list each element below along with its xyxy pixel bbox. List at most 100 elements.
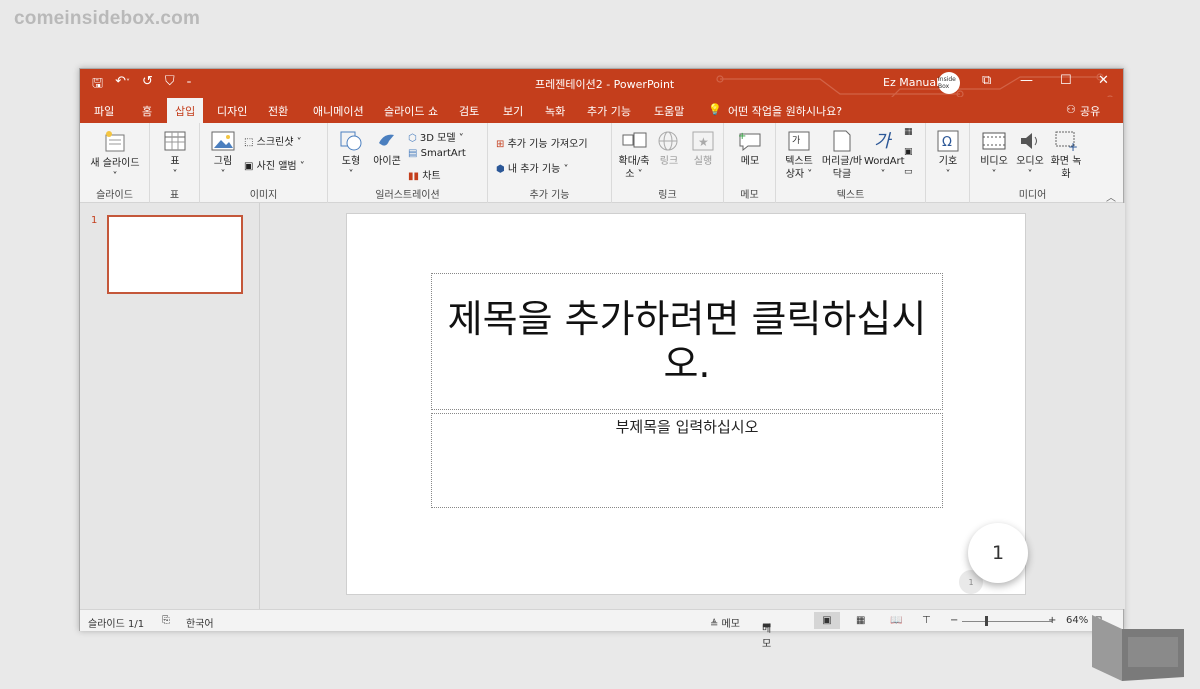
- action-star-icon: ★: [692, 131, 714, 151]
- language-indicator[interactable]: 한국어: [186, 615, 214, 630]
- tab-review[interactable]: 검토: [459, 103, 479, 119]
- new-slide-button[interactable]: 새 슬라이드 ˅: [85, 129, 145, 183]
- tab-view[interactable]: 보기: [503, 103, 523, 119]
- zoom-out-button[interactable]: −: [950, 615, 958, 626]
- textbox-button[interactable]: 가 텍스트 상자 ˅: [780, 129, 818, 181]
- group-symbols: Ω 기호 ˅: [926, 123, 970, 203]
- tab-addins[interactable]: 추가 기능: [587, 103, 631, 119]
- tab-help[interactable]: 도움말: [654, 103, 684, 119]
- date-time-icon[interactable]: ▦: [904, 127, 913, 137]
- reading-view-icon[interactable]: 📖: [890, 615, 902, 626]
- chart-icon: ▮▮: [408, 171, 420, 182]
- slide-sorter-icon[interactable]: ▦: [856, 615, 865, 626]
- picture-button[interactable]: 그림 ˅: [206, 129, 240, 181]
- site-watermark: comeinsidebox.com: [14, 8, 201, 29]
- thumbnail-number: 1: [91, 215, 98, 226]
- group-label-comments: 메모: [740, 190, 759, 201]
- subtitle-placeholder[interactable]: 부제목을 입력하십시오: [431, 413, 943, 508]
- minimize-button[interactable]: —: [1020, 73, 1033, 88]
- step-number-badge: 1: [968, 523, 1028, 583]
- notes-button[interactable]: ≜ 메모: [710, 615, 740, 630]
- zoom-in-button[interactable]: +: [1048, 615, 1056, 626]
- group-text: 가 텍스트 상자 ˅ 머리글/바닥글 가 WordArt ˅ ▦ ▣ ▭ 텍스트: [776, 123, 926, 203]
- action-button[interactable]: ★ 실행: [686, 129, 720, 168]
- normal-view-icon[interactable]: ▣: [814, 612, 840, 629]
- user-name[interactable]: Ez Manual: [883, 76, 939, 89]
- object-icon[interactable]: ▭: [904, 167, 913, 177]
- symbol-button[interactable]: Ω 기호 ˅: [932, 129, 964, 181]
- zoom-level[interactable]: 64%: [1066, 615, 1088, 626]
- customize-qat-icon[interactable]: ₌: [187, 74, 192, 96]
- slide[interactable]: 제목을 추가하려면 클릭하십시오. 부제목을 입력하십시오 1: [346, 213, 1026, 595]
- 3d-models-button[interactable]: ⬡ 3D 모델 ˅: [408, 129, 464, 144]
- tab-file[interactable]: 파일: [94, 103, 114, 119]
- addins-icon: ⬢: [496, 164, 505, 175]
- screen-recording-button[interactable]: + 화면 녹화: [1050, 129, 1082, 181]
- ribbon: 새 슬라이드 ˅ 슬라이드 표 ˅ 표 그림 ˅ ⬚ 스크린샷 ˅ ▣ 사진 앨범 ˅…: [80, 123, 1123, 204]
- slideshow-view-icon[interactable]: ⊤: [922, 615, 931, 626]
- present-from-start-icon[interactable]: ⛉: [165, 74, 175, 96]
- wordart-button[interactable]: 가 WordArt ˅: [864, 129, 905, 181]
- zoom-slider-track[interactable]: [962, 621, 1052, 622]
- collapse-ribbon-icon[interactable]: ︿: [1106, 189, 1116, 204]
- group-label-links: 링크: [658, 190, 677, 201]
- title-placeholder[interactable]: 제목을 추가하려면 클릭하십시오.: [431, 273, 943, 410]
- lightbulb-icon: 💡: [708, 103, 722, 116]
- svg-text:+: +: [1068, 140, 1078, 153]
- redo-icon[interactable]: ↺: [142, 74, 153, 96]
- tab-record[interactable]: 녹화: [545, 103, 565, 119]
- window-title: 프레젠테이션2 - PowerPoint: [535, 78, 675, 91]
- tab-slideshow[interactable]: 슬라이드 쇼: [384, 103, 438, 119]
- tab-animations[interactable]: 애니메이션: [313, 103, 364, 119]
- slide-number-icon[interactable]: ▣: [904, 147, 913, 157]
- screenshot-button[interactable]: ⬚ 스크린샷 ˅: [244, 133, 302, 148]
- share-button[interactable]: 공유: [1080, 103, 1100, 119]
- tab-design[interactable]: 디자인: [217, 103, 247, 119]
- share-icon[interactable]: ⚇: [1066, 103, 1076, 116]
- zoom-button[interactable]: 확대/축소 ˅: [616, 129, 652, 181]
- header-footer-button[interactable]: 머리글/바닥글: [820, 129, 864, 181]
- photo-album-button[interactable]: ▣ 사진 앨범 ˅: [244, 157, 305, 172]
- header-footer-icon: [833, 130, 851, 152]
- ribbon-display-options-icon[interactable]: ⧉: [982, 73, 991, 88]
- ribbon-tabs: 파일 홈 삽입 디자인 전환 애니메이션 슬라이드 쇼 검토 보기 녹화 추가 …: [80, 97, 1123, 123]
- svg-text:Ω: Ω: [942, 135, 952, 150]
- spell-check-icon[interactable]: ⎘: [162, 615, 170, 626]
- zoom-slider-thumb[interactable]: [985, 616, 988, 626]
- audio-button[interactable]: 오디오 ˅: [1012, 129, 1048, 181]
- link-button[interactable]: 링크: [652, 129, 686, 168]
- table-button[interactable]: 표 ˅: [160, 129, 190, 181]
- tab-transitions[interactable]: 전환: [268, 103, 288, 119]
- my-addins-button[interactable]: ⬢ 내 추가 기능 ˅: [496, 160, 568, 175]
- group-media: 비디오 ˅ 오디오 ˅ + 화면 녹화 미디어: [970, 123, 1095, 203]
- svg-text:★: ★: [698, 135, 709, 149]
- tab-insert[interactable]: 삽입: [167, 98, 204, 123]
- wordart-icon: 가: [874, 131, 893, 152]
- video-button[interactable]: 비디오 ˅: [976, 129, 1012, 181]
- save-icon[interactable]: 🖫: [92, 74, 103, 96]
- group-images: 그림 ˅ ⬚ 스크린샷 ˅ ▣ 사진 앨범 ˅ 이미지: [200, 123, 328, 203]
- undo-icon[interactable]: ↶˅: [115, 74, 130, 96]
- group-label-table: 표: [169, 190, 180, 201]
- smartart-button[interactable]: ▤ SmartArt: [408, 148, 466, 159]
- shapes-button[interactable]: 도형 ˅: [334, 129, 368, 181]
- chart-button[interactable]: ▮▮ 차트: [408, 167, 441, 182]
- status-bar: 슬라이드 1/1 ⎘ 한국어 ≜ 메모 ▬ 메모 ▣ ▦ 📖 ⊤ − + 64%…: [80, 609, 1123, 650]
- omega-icon: Ω: [937, 130, 959, 152]
- maximize-button[interactable]: ☐: [1060, 73, 1072, 88]
- slide-thumbnail[interactable]: [107, 215, 243, 294]
- shapes-icon: [340, 131, 362, 151]
- icons-button[interactable]: 아이콘: [370, 129, 404, 168]
- avatar[interactable]: Inside Box: [938, 72, 960, 94]
- get-addins-button[interactable]: ⊞ 추가 기능 가져오기: [496, 135, 588, 150]
- group-label-media: 미디어: [1018, 190, 1047, 201]
- slide-counter: 슬라이드 1/1: [88, 619, 145, 630]
- close-button[interactable]: ✕: [1098, 73, 1109, 88]
- new-slide-icon: [105, 131, 125, 152]
- group-comments: + 메모 메모: [724, 123, 776, 203]
- tab-home[interactable]: 홈: [142, 103, 152, 119]
- tell-me-search[interactable]: 어떤 작업을 원하시나요?: [728, 103, 842, 119]
- comment-button[interactable]: + 메모: [732, 129, 768, 168]
- screenshot-icon: ⬚: [244, 137, 254, 148]
- group-label-illustrations: 일러스트레이션: [375, 190, 440, 201]
